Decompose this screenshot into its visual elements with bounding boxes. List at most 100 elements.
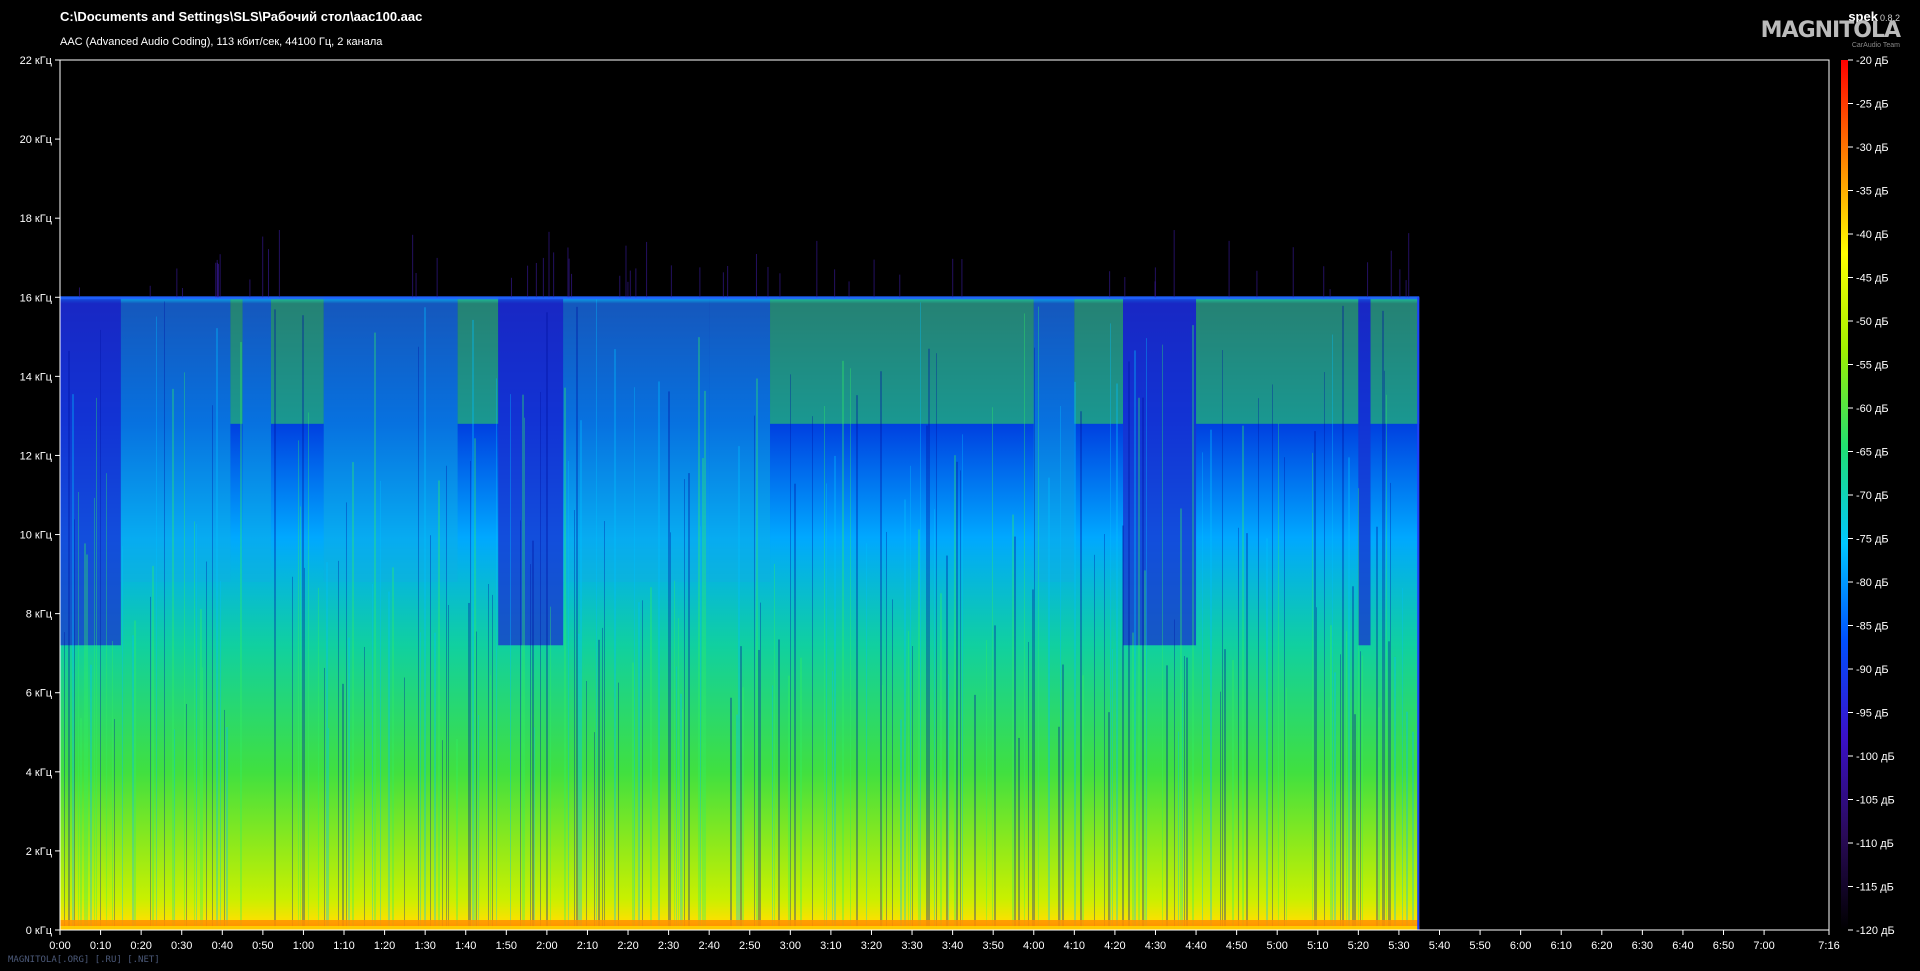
spectrum-streak	[418, 346, 419, 931]
x-tick-label: 5:10	[1307, 940, 1328, 952]
spectrum-streak	[886, 531, 887, 930]
audio-end-edge	[1417, 297, 1420, 931]
spectrum-streak	[114, 719, 115, 930]
loudness-segment	[770, 297, 1034, 424]
harmonic-spike	[629, 270, 631, 298]
spectrum-streak	[488, 583, 489, 930]
spectrum-streak	[96, 397, 97, 930]
spectrum-streak	[760, 602, 761, 930]
spectrum-streak	[78, 491, 79, 930]
spectrum-streak	[134, 620, 136, 930]
colorbar	[1841, 60, 1848, 930]
spectrum-streak	[202, 667, 203, 930]
spectrum-streak	[348, 637, 350, 930]
spectrum-streak	[594, 732, 595, 930]
spectrum-streak	[164, 301, 165, 931]
x-tick-label: 6:50	[1713, 940, 1734, 952]
spectrum-streak	[1402, 587, 1403, 930]
spectrum-streak	[986, 640, 987, 930]
spectrum-streak	[604, 521, 605, 930]
harmonic-spike	[646, 241, 648, 298]
spectrum-streak	[1258, 398, 1259, 931]
spectrum-streak	[1144, 570, 1146, 930]
spectrum-streak	[292, 576, 293, 930]
spectrum-streak	[962, 434, 963, 930]
spectrum-streak	[1134, 350, 1136, 930]
harmonic-spike	[834, 269, 836, 298]
x-tick-label: 5:50	[1469, 940, 1490, 952]
spectrum-streak	[1110, 323, 1111, 930]
spectrum-streak	[424, 307, 426, 930]
spectrum-streak	[738, 446, 740, 930]
harmonic-spike	[1367, 262, 1369, 298]
spectrum-streak	[650, 587, 652, 930]
x-tick-label: 3:40	[942, 940, 963, 952]
spectrum-streak	[576, 306, 578, 930]
colorbar-tick-label: -100 дБ	[1856, 751, 1895, 763]
harmonic-spike	[149, 285, 151, 298]
spectrum-streak	[1034, 347, 1035, 930]
spectrum-streak	[928, 348, 930, 930]
harmonic-spike	[217, 262, 219, 298]
spectrum-streak	[186, 703, 187, 930]
x-tick-label: 0:30	[171, 940, 192, 952]
spectrum-streak	[638, 602, 640, 930]
spectrum-streak	[520, 520, 521, 930]
loudness-segment	[1123, 297, 1197, 646]
spectrum-streak	[442, 740, 443, 930]
spectrum-streak	[1376, 526, 1378, 930]
spectrum-streak	[1394, 656, 1396, 930]
x-tick-label: 5:00	[1266, 940, 1287, 952]
spectrum-streak	[1014, 536, 1016, 930]
spectrum-streak	[1082, 675, 1084, 930]
spectrum-streak	[374, 332, 376, 930]
harmonic-spike	[722, 272, 724, 298]
spectrum-streak	[550, 606, 551, 930]
harmonic-spike	[548, 231, 550, 298]
spectrum-streak	[1062, 664, 1064, 930]
spectrum-streak	[1028, 641, 1029, 930]
x-tick-label: 0:40	[212, 940, 233, 952]
harmonic-spike	[816, 240, 818, 298]
spectrum-streak	[1018, 737, 1020, 930]
harmonic-spike	[415, 272, 417, 298]
spectrum-streak	[1032, 589, 1034, 930]
spectrum-streak	[404, 677, 405, 930]
spectrum-streak	[510, 394, 511, 930]
spectrum-streak	[546, 312, 548, 930]
harmonic-spike	[568, 258, 570, 298]
harmonic-spike	[1109, 271, 1111, 298]
harmonic-spike	[527, 265, 529, 298]
spectrum-streak	[668, 391, 670, 930]
spectrum-streak	[680, 693, 682, 930]
spectrum-streak	[1352, 586, 1354, 930]
spectrum-streak	[614, 349, 616, 930]
spectrum-streak	[842, 360, 844, 930]
spectrum-streak	[1186, 657, 1188, 930]
spectrum-streak	[1382, 310, 1384, 930]
spectrum-streak	[1330, 625, 1332, 930]
x-tick-label: 3:50	[982, 940, 1003, 952]
spectrum-streak	[1232, 660, 1234, 930]
colorbar-tick-label: -40 дБ	[1856, 229, 1889, 241]
y-tick-label: 8 кГц	[26, 609, 53, 621]
harmonic-spike	[1228, 240, 1230, 298]
loudness-segment	[323, 297, 458, 582]
spectrum-streak	[1112, 649, 1113, 930]
spectrum-streak	[352, 462, 354, 930]
spectrum-streak	[68, 350, 70, 931]
spectrum-streak	[1358, 488, 1359, 930]
spectrum-streak	[1058, 726, 1060, 930]
y-tick-label: 22 кГц	[20, 55, 53, 67]
spectrum-streak	[174, 729, 175, 930]
x-tick-label: 1:50	[496, 940, 517, 952]
spectrum-streak	[658, 381, 660, 930]
spectrum-streak	[1202, 452, 1203, 930]
x-tick-label: 4:30	[1145, 940, 1166, 952]
loudness-segment	[242, 297, 271, 582]
spectrum-streak	[812, 416, 813, 931]
colorbar-tick-label: -120 дБ	[1856, 925, 1895, 937]
loudness-segment	[457, 297, 499, 424]
spectrum-streak	[1146, 338, 1147, 930]
spectrum-streak	[578, 633, 580, 930]
